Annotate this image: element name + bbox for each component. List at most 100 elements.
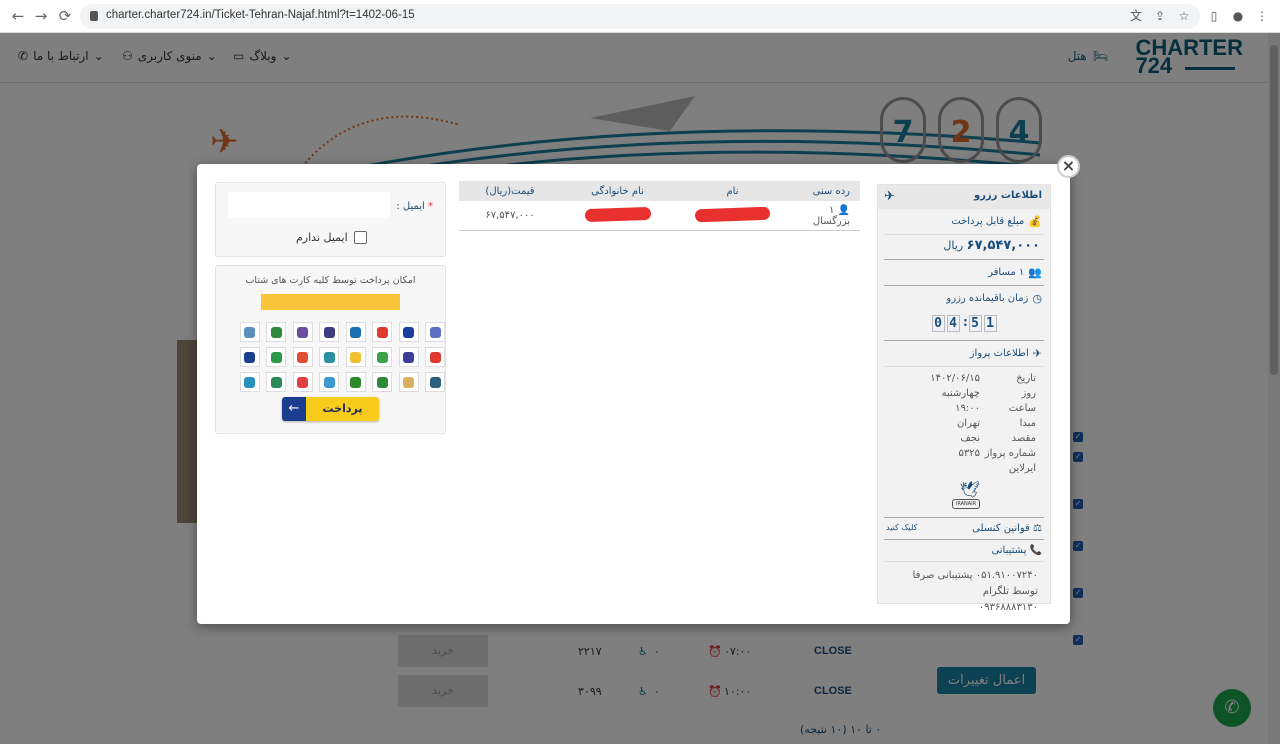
timer-digit: 1 xyxy=(983,315,997,332)
column-header: نام خانوادگی xyxy=(591,185,644,197)
countdown-timer: 0 4 : 5 1 xyxy=(884,311,1044,341)
bank-logo-mark xyxy=(376,376,388,388)
support-line: توسط تلگرام xyxy=(982,586,1038,597)
bank-logo-icon xyxy=(319,322,339,342)
payable-amount-row: ۶۷,۵۴۷,۰۰۰ ریال xyxy=(884,235,1044,260)
scales-icon: ⚖ xyxy=(1033,523,1042,534)
airline-badge: IRANAIR xyxy=(952,499,980,509)
flight-info-row: روز چهارشنبه xyxy=(892,388,1036,403)
bank-logo-mark xyxy=(244,376,255,388)
flight-info-row: تاریخ ۱۴۰۲/۰۶/۱۵ xyxy=(892,373,1036,388)
flight-info-list: تاریخ ۱۴۰۲/۰۶/۱۵ روز چهارشنبه ساعت ۱۹:۰۰ مب… xyxy=(878,367,1050,513)
flight-info-value: تهران xyxy=(956,418,980,429)
redacted-family-name xyxy=(584,206,651,222)
bank-logo-icon xyxy=(345,372,366,392)
money-bag-icon: 💰 xyxy=(1028,215,1042,228)
profile-avatar[interactable]: ● xyxy=(1230,8,1246,24)
bank-logo-mark xyxy=(350,376,361,388)
name-cell xyxy=(675,206,790,224)
price-cell: ۶۷,۵۴۷,۰۰۰ xyxy=(485,210,535,221)
flight-info-value: ۱۹:۰۰ xyxy=(955,403,980,414)
bank-logo-mark xyxy=(297,351,308,363)
bank-logo-mark xyxy=(297,376,308,388)
airline-logo: 🕊 IRANAIR xyxy=(892,480,1036,509)
arrow-left-icon: ← xyxy=(282,397,306,421)
time-left-label: زمان باقیمانده رزرو xyxy=(946,293,1029,304)
bank-logo-mark xyxy=(350,351,361,363)
redacted-name xyxy=(694,206,771,222)
no-email-option[interactable]: ایمیل ندارم xyxy=(296,231,367,244)
page: ⌄ ارتباط با ما ✆ ⌄ منوی کاربری ⚇ ⌄ وبلاگ… xyxy=(0,33,1280,744)
back-button[interactable]: ← xyxy=(8,6,28,26)
shetab-banner xyxy=(261,294,400,310)
menu-kebab-icon[interactable]: ⋮ xyxy=(1254,8,1270,24)
email-label-text: ایمیل : xyxy=(396,201,425,212)
payable-label-row: 💰 مبلغ قابل پرداخت xyxy=(884,209,1044,235)
bank-logo-icon xyxy=(239,347,260,367)
bank-logo-icon xyxy=(372,347,392,367)
age-cell: 👤 ۱ بزرگسال xyxy=(790,205,860,227)
time-left-row: ◷ زمان باقیمانده رزرو xyxy=(884,286,1044,311)
passenger-count-row: 👥 ۱ مسافر xyxy=(884,260,1044,286)
timer-colon: : xyxy=(961,315,970,330)
forward-button[interactable]: → xyxy=(31,6,51,26)
flight-info-title: اطلاعات پرواز xyxy=(969,348,1029,359)
bank-logo-icon xyxy=(266,322,286,342)
bank-logo-mark xyxy=(350,326,361,338)
passenger-count: ۱ مسافر xyxy=(988,267,1025,278)
side-panel-icon[interactable]: ▯ xyxy=(1206,8,1222,24)
flight-info-row: شماره پرواز ۵۳۲۵ xyxy=(892,448,1036,463)
pay-button-label: پرداخت xyxy=(306,397,379,421)
close-icon: × xyxy=(1061,156,1076,175)
currency-label: ریال xyxy=(943,239,964,252)
reload-button[interactable]: ⟳ xyxy=(55,6,75,26)
no-email-checkbox[interactable] xyxy=(353,231,367,244)
timer-digit: 0 xyxy=(931,315,945,332)
share-icon[interactable]: ⇪ xyxy=(1152,8,1168,24)
flight-info-value: ۱۴۰۲/۰۶/۱۵ xyxy=(930,373,980,384)
url-text[interactable]: charter.charter724.in/Ticket-Tehran-Naja… xyxy=(106,9,415,21)
reservation-info-header: اطلاعات رزرو ✈ xyxy=(878,185,1050,209)
cancellation-rules-link[interactable]: کلیک کنید xyxy=(886,523,917,534)
bank-logo-icon xyxy=(239,372,260,392)
bank-logos-grid xyxy=(228,322,445,392)
iranair-bird-icon: 🕊 xyxy=(959,480,980,499)
bank-logo-mark xyxy=(270,351,282,363)
flight-info-row: مقصد نجف xyxy=(892,433,1036,448)
bookmark-star-icon[interactable]: ☆ xyxy=(1176,8,1192,24)
bank-logo-icon xyxy=(266,347,286,367)
payable-label: مبلغ قابل پرداخت xyxy=(951,216,1025,227)
flight-info-key: ساعت xyxy=(1008,403,1036,414)
bank-logo-icon xyxy=(425,347,445,367)
column-header: نام xyxy=(726,185,739,197)
bank-logo-mark xyxy=(270,376,282,388)
flight-info-value: ۵۳۲۵ xyxy=(958,448,980,459)
bank-logo-mark xyxy=(376,326,388,338)
reservation-info-title: اطلاعات رزرو xyxy=(973,190,1042,201)
bank-logo-icon xyxy=(319,347,339,367)
bank-logo-mark xyxy=(429,351,441,363)
pay-button[interactable]: ← پرداخت xyxy=(282,397,379,421)
row-index: ۱ xyxy=(828,204,835,216)
close-modal-button[interactable]: × xyxy=(1057,155,1080,178)
bank-logo-icon xyxy=(398,372,419,392)
bank-logo-icon xyxy=(266,372,286,392)
bank-logo-mark xyxy=(297,326,308,338)
address-bar[interactable]: charter.charter724.in/Ticket-Tehran-Naja… xyxy=(80,4,1200,29)
bank-logo-icon xyxy=(372,372,392,392)
email-section: * ایمیل : ایمیل ندارم xyxy=(215,182,446,257)
reservation-info-panel: اطلاعات رزرو ✈ 💰 مبلغ قابل پرداخت ۶۷,۵۴۷… xyxy=(877,184,1051,613)
plane-icon: ✈ xyxy=(1032,347,1042,360)
flight-info-value: نجف xyxy=(960,433,980,444)
bank-logo-mark xyxy=(270,326,282,338)
email-label: * ایمیل : xyxy=(396,201,433,212)
translate-icon[interactable]: 文 xyxy=(1128,8,1144,24)
flight-info-row: مبدا تهران xyxy=(892,418,1036,433)
bank-logo-icon xyxy=(319,372,339,392)
bank-logo-mark xyxy=(429,376,441,388)
support-line: ۰۵۱.۹۱۰۰۷۲۴۰ پشتیبانی صرفا xyxy=(912,570,1038,581)
email-input[interactable] xyxy=(228,192,390,218)
bank-logo-icon xyxy=(398,347,419,367)
bank-logo-icon xyxy=(425,322,445,342)
people-icon: 👥 xyxy=(1028,266,1042,279)
